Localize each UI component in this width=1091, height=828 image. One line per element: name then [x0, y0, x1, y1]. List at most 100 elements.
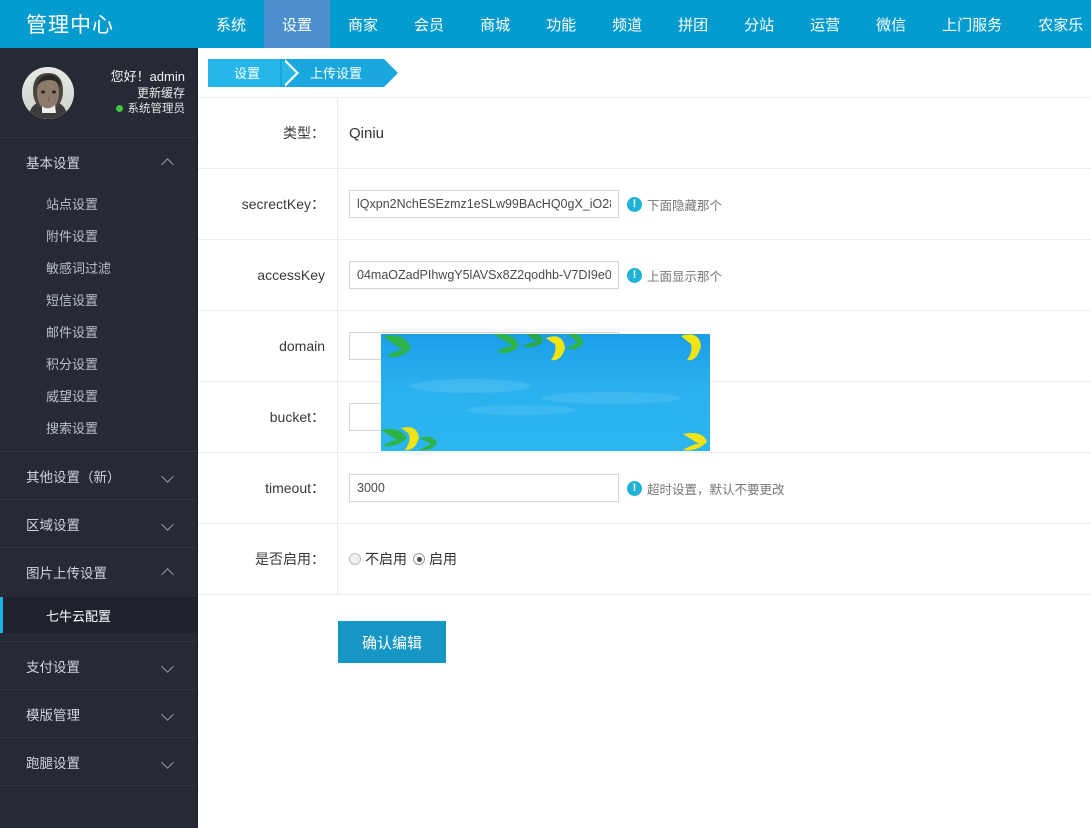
- breadcrumb-item-0[interactable]: 设置: [208, 59, 282, 87]
- radio-option-1[interactable]: 启用: [413, 549, 457, 569]
- sidebar-group-header-5[interactable]: 模版管理: [0, 690, 197, 737]
- blue-sky-leaves-banner-image: [381, 334, 710, 451]
- form-label-5: timeout：: [198, 453, 338, 523]
- form-value-6: 不启用 启用: [338, 524, 1091, 594]
- sidebar-group-3: 图片上传设置七牛云配置: [0, 548, 197, 642]
- chevron-down-icon: [162, 469, 175, 482]
- info-icon: !: [627, 197, 642, 212]
- sidebar-group-header-3[interactable]: 图片上传设置: [0, 548, 197, 595]
- form-value-5: ! 超时设置，默认不要更改: [338, 453, 1091, 523]
- sidebar-sublist-0: 站点设置附件设置敏感词过滤短信设置邮件设置积分设置威望设置搜索设置: [0, 185, 197, 451]
- form-input-5[interactable]: [349, 474, 619, 502]
- sidebar-item-0-7[interactable]: 搜索设置: [0, 411, 197, 443]
- sidebar-group-header-2[interactable]: 区域设置: [0, 500, 197, 547]
- topnav-item-7[interactable]: 拼团: [660, 0, 726, 48]
- topnav-item-3[interactable]: 会员: [396, 0, 462, 48]
- radio-unchecked-icon[interactable]: [349, 553, 361, 565]
- chevron-up-icon: [162, 155, 175, 168]
- sidebar-item-0-1[interactable]: 附件设置: [0, 219, 197, 251]
- sidebar-item-0-3[interactable]: 短信设置: [0, 283, 197, 315]
- form-hint-text-2: 上面显示那个: [647, 266, 722, 285]
- topnav-item-4[interactable]: 商城: [462, 0, 528, 48]
- topnav-item-11[interactable]: 上门服务: [924, 0, 1020, 48]
- form-value-2: ! 上面显示那个: [338, 240, 1091, 310]
- topnav-item-2[interactable]: 商家: [330, 0, 396, 48]
- topnav-item-5[interactable]: 功能: [528, 0, 594, 48]
- sidebar-group-label: 支付设置: [26, 656, 80, 676]
- form-row-1: secrectKey：! 下面隐藏那个: [198, 169, 1091, 240]
- topnav-item-0[interactable]: 系统: [198, 0, 264, 48]
- sidebar-group-header-4[interactable]: 支付设置: [0, 642, 197, 689]
- sidebar-item-0-4[interactable]: 邮件设置: [0, 315, 197, 347]
- sidebar-item-0-6[interactable]: 威望设置: [0, 379, 197, 411]
- sidebar-item-0-0[interactable]: 站点设置: [0, 187, 197, 219]
- sidebar-sublist-3: 七牛云配置: [0, 595, 197, 641]
- form-row-5: timeout：! 超时设置，默认不要更改: [198, 453, 1091, 524]
- sidebar: 您好！admin 更新缓存 系统管理员 基本设置站点设置附件设置敏感词过滤短信设…: [0, 48, 198, 828]
- radio-option-label-0: 不启用: [365, 549, 407, 569]
- sidebar-group-1: 其他设置（新）: [0, 452, 197, 500]
- form-hint-text-1: 下面隐藏那个: [647, 195, 722, 214]
- topnav-item-1[interactable]: 设置: [264, 0, 330, 48]
- sidebar-group-header-6[interactable]: 跑腿设置: [0, 738, 197, 785]
- info-icon: !: [627, 268, 642, 283]
- sidebar-item-0-5[interactable]: 积分设置: [0, 347, 197, 379]
- info-icon: !: [627, 481, 642, 496]
- chevron-down-icon: [162, 517, 175, 530]
- form-row-2: accessKey! 上面显示那个: [198, 240, 1091, 311]
- confirm-edit-button[interactable]: 确认编辑: [338, 621, 446, 663]
- form-input-1[interactable]: [349, 190, 619, 218]
- sidebar-group-label: 跑腿设置: [26, 752, 80, 772]
- sidebar-item-0-2[interactable]: 敏感词过滤: [0, 251, 197, 283]
- chevron-down-icon: [162, 707, 175, 720]
- sidebar-group-2: 区域设置: [0, 500, 197, 548]
- topnav-item-10[interactable]: 微信: [858, 0, 924, 48]
- sidebar-group-label: 其他设置（新）: [26, 466, 121, 486]
- top-navigation: 系统设置商家会员商城功能频道拼团分站运营微信上门服务农家乐酒店: [198, 0, 1091, 48]
- sidebar-group-label: 图片上传设置: [26, 562, 107, 582]
- top-bar: 管理中心 系统设置商家会员商城功能频道拼团分站运营微信上门服务农家乐酒店: [0, 0, 1091, 48]
- sidebar-group-label: 区域设置: [26, 514, 80, 534]
- form-label-2: accessKey: [198, 240, 338, 310]
- profile-text: 您好！admin 更新缓存 系统管理员: [86, 68, 185, 117]
- chevron-up-icon: [162, 565, 175, 578]
- profile-role: 系统管理员: [86, 102, 185, 118]
- sidebar-group-header-0[interactable]: 基本设置: [0, 138, 197, 185]
- breadcrumb: 设置 上传设置: [198, 48, 1091, 97]
- user-profile: 您好！admin 更新缓存 系统管理员: [0, 48, 197, 138]
- form-actions: 确认编辑: [198, 595, 1091, 663]
- enable-radio-group: 不启用 启用: [349, 549, 463, 569]
- sidebar-group-4: 支付设置: [0, 642, 197, 690]
- sidebar-nav: 基本设置站点设置附件设置敏感词过滤短信设置邮件设置积分设置威望设置搜索设置其他设…: [0, 138, 197, 786]
- topnav-item-9[interactable]: 运营: [792, 0, 858, 48]
- sidebar-group-label: 基本设置: [26, 152, 80, 172]
- form-label-0: 类型：: [198, 98, 338, 168]
- form-static-value-0: Qiniu: [349, 125, 384, 142]
- sidebar-group-header-1[interactable]: 其他设置（新）: [0, 452, 197, 499]
- avatar: [22, 67, 74, 119]
- radio-checked-icon[interactable]: [413, 553, 425, 565]
- refresh-cache-link[interactable]: 更新缓存: [86, 85, 185, 101]
- radio-option-0[interactable]: 不启用: [349, 549, 407, 569]
- topnav-item-12[interactable]: 农家乐: [1020, 0, 1091, 48]
- form-label-6: 是否启用：: [198, 524, 338, 594]
- topnav-item-6[interactable]: 频道: [594, 0, 660, 48]
- radio-option-label-1: 启用: [429, 549, 457, 569]
- form-value-1: ! 下面隐藏那个: [338, 169, 1091, 239]
- form-value-0: Qiniu: [338, 98, 1091, 168]
- topnav-item-8[interactable]: 分站: [726, 0, 792, 48]
- brand-title: 管理中心: [0, 0, 198, 48]
- sidebar-group-5: 模版管理: [0, 690, 197, 738]
- form-input-2[interactable]: [349, 261, 619, 289]
- form-hint-5: ! 超时设置，默认不要更改: [627, 479, 785, 498]
- chevron-down-icon: [162, 659, 175, 672]
- sidebar-group-label: 模版管理: [26, 704, 80, 724]
- form-label-4: bucket：: [198, 382, 338, 452]
- form-label-1: secrectKey：: [198, 169, 338, 239]
- form-row-0: 类型： Qiniu: [198, 98, 1091, 169]
- form-hint-text-5: 超时设置，默认不要更改: [647, 479, 785, 498]
- sidebar-item-3-0[interactable]: 七牛云配置: [0, 597, 197, 633]
- form-label-3: domain: [198, 311, 338, 381]
- profile-greeting: 您好！admin: [86, 68, 185, 86]
- form-hint-1: ! 下面隐藏那个: [627, 195, 722, 214]
